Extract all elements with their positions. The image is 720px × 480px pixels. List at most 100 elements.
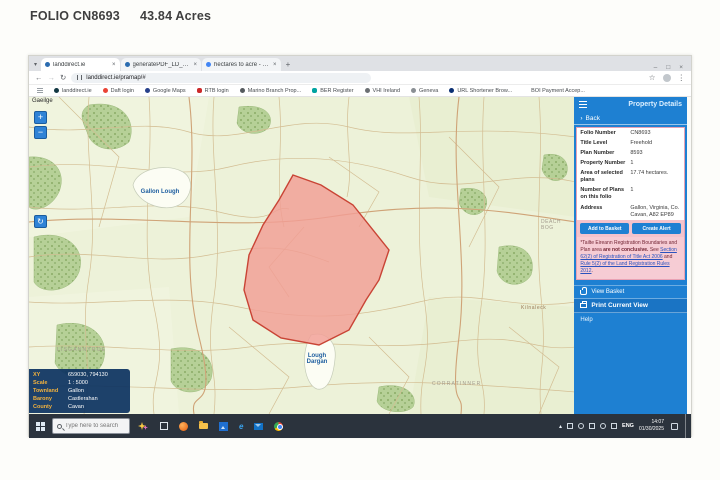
task-view-icon[interactable] — [160, 422, 168, 430]
rule-5-link[interactable]: Rule 5(2) of the Land Registration Rules… — [580, 261, 669, 274]
battery-icon[interactable] — [589, 423, 596, 429]
map-canvas[interactable] — [29, 97, 575, 414]
tab-close-icon[interactable]: × — [194, 62, 198, 68]
tab-search-icon[interactable]: ▾ — [29, 61, 41, 71]
language-link[interactable]: Gaeilge — [32, 98, 53, 104]
search-input[interactable] — [65, 423, 125, 429]
apps-grid-icon[interactable] — [37, 87, 43, 94]
printer-icon — [580, 301, 588, 309]
panel-header: Property Details — [574, 97, 687, 112]
info-label: XY — [33, 372, 41, 378]
close-window-button[interactable]: × — [679, 64, 683, 71]
info-row: Townland Gallon — [33, 388, 126, 394]
zoom-in-button[interactable]: + — [34, 111, 47, 124]
forward-icon[interactable]: → — [48, 73, 56, 82]
help-link[interactable]: Help — [574, 313, 687, 327]
map-viewport[interactable]: Gaeilge + − ↻ Gallon Lough Lough Dargan … — [29, 97, 575, 414]
maximize-button[interactable]: □ — [666, 64, 670, 71]
hidden-icons-chevron[interactable]: ▴ — [559, 423, 562, 430]
shield-icon[interactable] — [578, 423, 585, 429]
windows-taskbar: e ▴ ENG 14:07 01/30/2025 — [29, 414, 691, 438]
site-info-icon[interactable] — [77, 75, 83, 80]
keyboard-language-indicator[interactable]: ENG — [622, 423, 634, 429]
field-value: 17.74 hectares. — [630, 170, 669, 177]
tab-label: generatePDF_LD_PUBLIC.aspx — [132, 61, 191, 68]
zoom-out-button[interactable]: − — [34, 126, 47, 139]
browser-menu-icon[interactable]: ⋮ — [678, 73, 686, 82]
bookmark-vhi-ireland[interactable]: VHI Ireland — [364, 87, 401, 94]
bookmark-favicon — [411, 88, 417, 93]
bookmark-label: BER Register — [320, 87, 354, 94]
file-explorer-icon[interactable] — [199, 421, 208, 429]
show-desktop-button[interactable] — [685, 414, 688, 438]
field-value: 1 — [630, 159, 634, 166]
bookmark-url-shortener[interactable]: URL Shortener Brow... — [449, 88, 512, 94]
bookmark-label: VHI Ireland — [372, 87, 401, 94]
back-icon[interactable]: ← — [35, 73, 43, 82]
info-row: XY 659030, 794130 — [33, 372, 126, 378]
field-label: Number of Plans on this folio — [580, 187, 625, 201]
chrome-icon[interactable] — [274, 421, 284, 431]
new-tab-button[interactable]: + — [282, 60, 291, 71]
bookmark-landdirect[interactable]: landdirect.ie — [54, 88, 92, 94]
basket-icon — [580, 286, 588, 295]
info-value: Castlerahan — [68, 396, 98, 402]
refresh-icon[interactable]: ↻ — [60, 73, 66, 82]
clock-date: 01/30/2025 — [638, 426, 664, 432]
bookmark-boi-payment[interactable]: BOI Payment Accep... — [523, 88, 585, 94]
bookmark-label: landdirect.ie — [62, 87, 92, 94]
bookmark-label: Daft login — [110, 87, 134, 94]
network-icon[interactable] — [611, 423, 618, 429]
bookmark-star-icon[interactable]: ☆ — [649, 73, 656, 82]
field-label: Folio Number — [580, 129, 616, 136]
bookmark-daft-login[interactable]: Daft login — [102, 87, 134, 94]
back-button[interactable]: › Back — [574, 112, 688, 125]
internet-explorer-icon[interactable]: e — [239, 422, 243, 431]
profile-avatar[interactable] — [662, 73, 671, 82]
panel-title: Property Details — [628, 101, 683, 108]
taskbar-search[interactable] — [52, 418, 130, 434]
taskbar-clock[interactable]: 14:07 01/30/2025 — [639, 419, 664, 433]
disclaimer-text: and — [662, 254, 673, 261]
info-value: Gallon — [68, 388, 84, 394]
minimize-button[interactable]: – — [654, 64, 658, 71]
action-center-icon[interactable] — [671, 422, 678, 430]
tab-google-search[interactable]: hectares to acre - Google Sea × — [202, 58, 281, 71]
url-bar[interactable]: landdirect.ie/pramap/# — [71, 72, 372, 83]
cortana-spark-icon[interactable] — [138, 421, 148, 431]
tab-close-icon[interactable]: × — [112, 62, 116, 68]
print-current-view-link[interactable]: Print Current View — [574, 299, 688, 314]
add-to-basket-button[interactable]: Add to Basket — [580, 223, 630, 235]
bookmark-ber-register[interactable]: BER Register — [312, 87, 354, 94]
address-bar-right: ☆ ⋮ — [649, 73, 685, 82]
volume-icon[interactable] — [600, 423, 607, 429]
mail-icon[interactable] — [254, 422, 264, 430]
townland-label-right: CORRATINNER — [432, 381, 482, 387]
browser-content: Gaeilge + − ↻ Gallon Lough Lough Dargan … — [29, 97, 691, 414]
info-row: Scale 1 : 5000 — [33, 380, 126, 386]
tab-favicon — [45, 62, 51, 67]
field-value: Freehold — [630, 139, 653, 146]
browser-window: ▾ landdirect.ie × generatePDF_LD_PUBLIC.… — [28, 55, 692, 438]
bookmark-favicon — [312, 88, 318, 93]
photos-icon[interactable] — [219, 421, 228, 431]
tab-generatepdf[interactable]: generatePDF_LD_PUBLIC.aspx × — [120, 58, 202, 71]
firefox-icon[interactable] — [179, 421, 188, 431]
tab-landdirect[interactable]: landdirect.ie × — [41, 58, 120, 71]
address-bar: ← → ↻ landdirect.ie/pramap/# ☆ ⋮ — [29, 71, 691, 85]
bookmark-favicon — [364, 88, 370, 93]
bookmark-geneva[interactable]: Geneva — [411, 88, 438, 94]
start-button[interactable] — [36, 421, 45, 431]
refresh-map-button[interactable]: ↻ — [34, 215, 47, 228]
bookmark-label: Geneva — [419, 87, 439, 94]
info-label: Townland — [33, 388, 59, 394]
bookmark-rtb-login[interactable]: RTB login — [196, 88, 229, 94]
bookmark-marino-branch[interactable]: Marino Branch Prop... — [239, 88, 301, 94]
onedrive-icon[interactable] — [567, 423, 574, 429]
menu-icon[interactable] — [579, 101, 588, 108]
field-label: Area of selected plans — [580, 170, 623, 184]
tab-close-icon[interactable]: × — [273, 62, 277, 68]
view-basket-link[interactable]: View Basket — [574, 285, 688, 300]
bookmark-google-maps[interactable]: Google Maps — [144, 88, 186, 94]
create-alert-button[interactable]: Create Alert — [632, 223, 682, 235]
